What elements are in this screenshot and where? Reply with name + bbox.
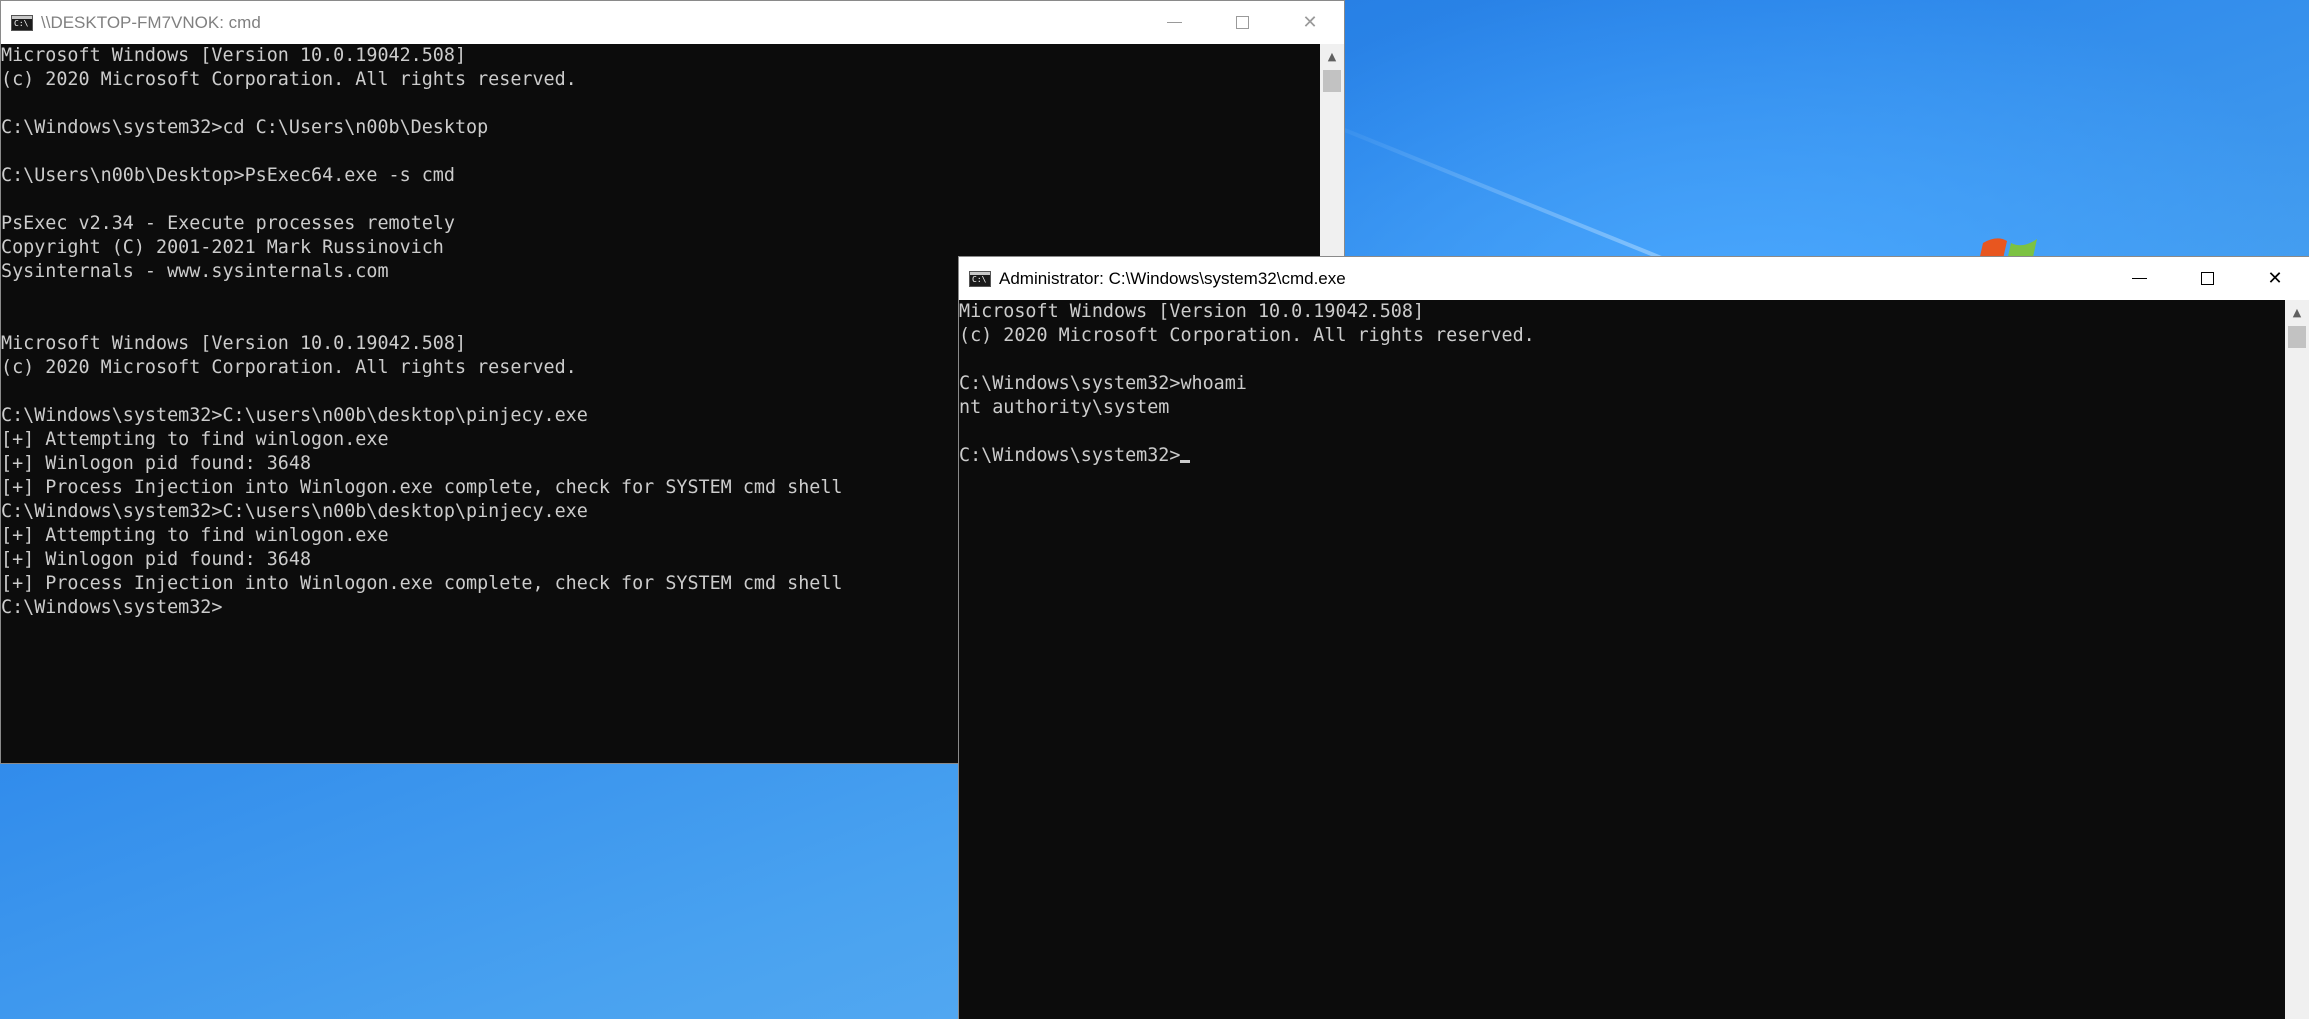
minimize-icon — [2131, 278, 2147, 279]
maximize-icon — [2200, 272, 2214, 285]
console-line: C:\Windows\system32>C:\users\n00b\deskto… — [1, 501, 588, 522]
console-line: Microsoft Windows [Version 10.0.19042.50… — [1, 333, 467, 354]
console-line: (c) 2020 Microsoft Corporation. All righ… — [1, 69, 577, 90]
console-line: C:\Users\n00b\Desktop>PsExec64.exe -s cm… — [1, 165, 455, 186]
console-line: [+] Process Injection into Winlogon.exe … — [1, 573, 843, 594]
console-line: PsExec v2.34 - Execute processes remotel… — [1, 213, 455, 234]
close-icon: ✕ — [2267, 268, 2283, 289]
cmd-app-icon: C:\ — [969, 270, 991, 287]
minimize-button[interactable] — [1140, 1, 1208, 44]
console-output[interactable]: Microsoft Windows [Version 10.0.19042.50… — [959, 300, 1535, 468]
console-line: C:\Windows\system32>whoami — [959, 373, 1247, 394]
console-line: C:\Windows\system32> — [959, 444, 1535, 468]
console-line: Microsoft Windows [Version 10.0.19042.50… — [1, 45, 467, 66]
vertical-scrollbar[interactable]: ▲ — [2285, 300, 2309, 1019]
window-title: \\DESKTOP-FM7VNOK: cmd — [41, 12, 261, 32]
console-line: nt authority\system — [959, 397, 1170, 418]
minimize-button[interactable] — [2105, 257, 2173, 300]
console-line: Copyright (C) 2001-2021 Mark Russinovich — [1, 237, 444, 258]
close-icon: ✕ — [1302, 12, 1318, 33]
close-button[interactable]: ✕ — [1276, 1, 1344, 44]
console-line: [+] Attempting to find winlogon.exe — [1, 525, 389, 546]
scroll-up-icon[interactable]: ▲ — [1320, 44, 1344, 68]
console-line: [+] Winlogon pid found: 3648 — [1, 453, 312, 474]
console-output[interactable]: Microsoft Windows [Version 10.0.19042.50… — [1, 44, 842, 620]
console-line: C:\Windows\system32> — [1, 597, 223, 618]
cmd-window-administrator[interactable]: C:\ Administrator: C:\Windows\system32\c… — [958, 256, 2309, 1019]
console-line: (c) 2020 Microsoft Corporation. All righ… — [959, 325, 1535, 346]
console-line: [+] Winlogon pid found: 3648 — [1, 549, 312, 570]
window-title: Administrator: C:\Windows\system32\cmd.e… — [999, 268, 1346, 288]
text-cursor — [1180, 460, 1191, 463]
console-line: [+] Attempting to find winlogon.exe — [1, 429, 389, 450]
console-line: Microsoft Windows [Version 10.0.19042.50… — [959, 301, 1425, 322]
console-line: C:\Windows\system32>C:\users\n00b\deskto… — [1, 405, 588, 426]
maximize-button[interactable] — [1208, 1, 1276, 44]
cmd-app-icon: C:\ — [11, 14, 33, 31]
console-line: C:\Windows\system32>cd C:\Users\n00b\Des… — [1, 117, 489, 138]
close-button[interactable]: ✕ — [2241, 257, 2309, 300]
console-line: Sysinternals - www.sysinternals.com — [1, 261, 389, 282]
console-line: [+] Process Injection into Winlogon.exe … — [1, 477, 843, 498]
window-titlebar[interactable]: C:\ Administrator: C:\Windows\system32\c… — [959, 257, 2309, 300]
console-line: (c) 2020 Microsoft Corporation. All righ… — [1, 357, 577, 378]
maximize-icon — [1235, 16, 1249, 29]
maximize-button[interactable] — [2173, 257, 2241, 300]
scroll-up-icon[interactable]: ▲ — [2285, 300, 2309, 324]
scroll-thumb[interactable] — [2288, 326, 2306, 348]
minimize-icon — [1166, 22, 1182, 23]
window-titlebar[interactable]: C:\ \\DESKTOP-FM7VNOK: cmd ✕ — [1, 1, 1344, 44]
scroll-thumb[interactable] — [1323, 70, 1341, 92]
